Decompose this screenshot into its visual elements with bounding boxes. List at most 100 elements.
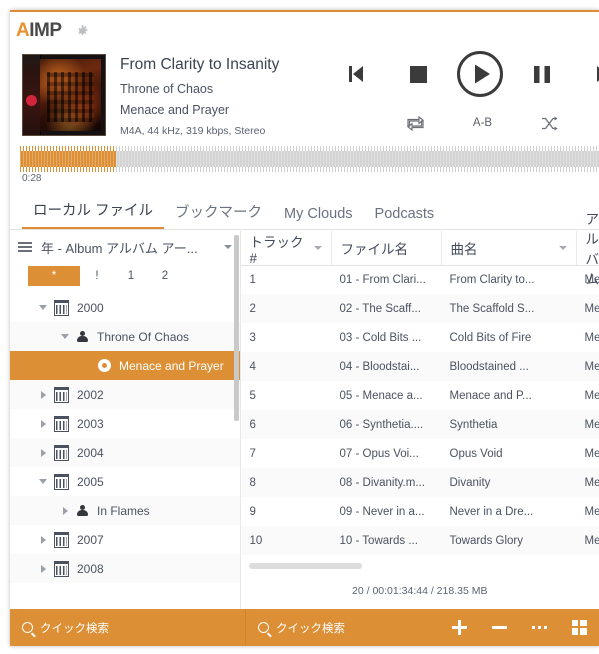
logo-triangle-icon: A (16, 20, 30, 41)
cell-song: Divanity (449, 476, 491, 489)
cell-track: 4 (249, 360, 256, 373)
table-row[interactable]: 7 07 - Opus Voi... Opus Void Menace an (241, 439, 599, 468)
hamburger-icon[interactable] (18, 242, 32, 252)
tree-item-label: 2003 (77, 416, 104, 431)
table-row[interactable]: 4 04 - Bloodstai... Bloodstained ... Menace… (240, 352, 599, 381)
tab-local-files[interactable]: ローカル ファイル (22, 199, 165, 229)
column-label: ファイル名 (340, 242, 409, 257)
play-button[interactable] (449, 50, 511, 98)
cell-song: Bloodstained ... (449, 360, 529, 373)
quick-search-tree[interactable]: クイック検索 (10, 609, 246, 646)
playlist-tab-2[interactable]: 2 (148, 266, 182, 286)
tab-my-clouds[interactable]: My Clouds (273, 206, 364, 229)
tree-expander[interactable] (54, 506, 76, 515)
tree-item[interactable]: 2008 (10, 554, 240, 583)
tree-expander[interactable] (32, 305, 54, 310)
tree-item[interactable]: In Flames (10, 496, 240, 525)
tree-item-label: 2008 (77, 561, 104, 576)
cell-album: Menace an (584, 389, 599, 402)
table-row[interactable]: 6 06 - Synthetia.... Synthetia Menace an (240, 410, 599, 439)
playlist-tab-exclaim[interactable]: ! (80, 266, 114, 286)
cell-song: Opus Void (449, 447, 503, 460)
column-album[interactable]: アルバム (575, 212, 599, 287)
table-row[interactable]: 2 02 - The Scaff... The Scaffold S... Menac… (240, 294, 599, 323)
playlist-horizontal-scrollbar[interactable] (248, 563, 362, 569)
table-row[interactable]: 8 08 - Divanity.m... Divanity Menace an (240, 468, 599, 497)
next-track-button[interactable] (573, 50, 599, 98)
calendar-icon (54, 560, 69, 577)
layout-button[interactable] (559, 609, 599, 646)
tree-item-selected[interactable]: Menace and Prayer (10, 351, 240, 380)
tab-podcasts[interactable]: Podcasts (364, 206, 446, 229)
cell-file: 08 - Divanity.m... (339, 476, 425, 489)
table-row[interactable]: 10 10 - Towards ... Towards Glory Menace an (240, 526, 599, 555)
table-row[interactable]: 101 - From Clari...From Clarity to...Men… (241, 555, 599, 557)
cell-album: Menace an (584, 302, 599, 315)
tree-item[interactable]: 2004 (10, 438, 240, 467)
person-icon (76, 330, 89, 343)
playlist-column-headers: トラック # ファイル名 曲名 アルバム (240, 212, 599, 287)
tree-item[interactable]: 2007 (10, 525, 240, 554)
main-tabs: ローカル ファイル ブックマーク My Clouds Podcasts (10, 196, 599, 230)
cd-icon (98, 359, 111, 372)
tab-bookmarks[interactable]: ブックマーク (164, 201, 273, 229)
aimp-window: A IMP From Clarity to Insanity Throne of … (10, 10, 599, 646)
tree-item[interactable]: 2002 (10, 380, 240, 409)
column-file-name[interactable]: ファイル名 (330, 231, 441, 265)
chevron-down-icon[interactable] (223, 245, 232, 249)
album-art-obi (23, 55, 41, 135)
playlist-status: 20 / 00:01:34:44 / 218.35 MB (352, 585, 488, 597)
cell-file: 02 - The Scaff... (339, 302, 421, 315)
filter-icon[interactable] (313, 246, 322, 250)
add-button[interactable] (439, 609, 479, 646)
cell-track: 2 (249, 302, 256, 315)
tree-list: 2000 Throne Of Chaos Menace and Prayer 2… (10, 293, 240, 609)
table-row[interactable]: 5 05 - Menace a... Menace and P... Menace a… (241, 381, 599, 410)
table-row[interactable]: 9 09 - Never in a... Never in a Dre... Mena… (241, 497, 599, 526)
tree-grouping-label: 年 - Album アルバム アー... (41, 240, 198, 256)
pause-button[interactable] (511, 50, 573, 98)
table-row[interactable]: 3 03 - Cold Bits ... Cold Bits of Fire Mena… (241, 323, 599, 352)
playlist-tabs: * ! 1 2 (10, 263, 240, 289)
tree-item[interactable]: 2000 (10, 293, 240, 322)
ab-repeat-button[interactable]: A-B (449, 108, 516, 138)
shuffle-button[interactable] (516, 108, 583, 138)
album-art (22, 54, 106, 136)
waveform-seekbar[interactable] (20, 146, 599, 172)
tree-expander[interactable] (32, 448, 54, 457)
previous-track-button[interactable] (325, 50, 387, 98)
cell-album: Menace an (584, 273, 599, 286)
tree-item[interactable]: 2003 (10, 409, 240, 438)
tree-expander[interactable] (32, 419, 54, 428)
cell-track: 10 (249, 534, 263, 547)
stop-button[interactable] (387, 50, 449, 98)
table-row[interactable]: 101 - From Clari...From Clarity to...Men… (241, 265, 599, 294)
column-song-title[interactable]: 曲名 (440, 231, 576, 265)
tree-item[interactable]: Throne Of Chaos (10, 322, 240, 351)
more-options-button[interactable] (519, 609, 559, 646)
tree-grouping-header[interactable]: 年 - Album アルバム アー... (10, 231, 240, 263)
calendar-icon (54, 299, 69, 316)
repeat-button[interactable] (382, 108, 449, 138)
tree-expander[interactable] (32, 390, 54, 399)
tree-expander[interactable] (54, 334, 76, 339)
remove-button[interactable] (479, 609, 519, 646)
bottom-bar: クイック検索 クイック検索 (10, 609, 599, 646)
tree-item[interactable]: 2005 (10, 467, 240, 496)
cell-song: Synthetia (449, 418, 498, 431)
tree-expander[interactable] (32, 479, 54, 484)
shuffle-icon (542, 116, 558, 130)
playlist-tab-1[interactable]: 1 (114, 266, 148, 286)
playlist-tab-star[interactable]: * (28, 266, 80, 286)
transport-controls (325, 50, 599, 98)
tree-expander[interactable] (32, 535, 54, 544)
ellipsis-icon (531, 626, 547, 629)
tree-scrollbar[interactable] (233, 235, 239, 421)
cell-file: 04 - Bloodstai... (339, 360, 420, 373)
quick-search-playlist[interactable]: クイック検索 (246, 609, 439, 646)
tree-item-label: 2002 (77, 387, 104, 402)
gear-icon[interactable] (76, 24, 89, 38)
column-track-number[interactable]: トラック # (241, 231, 331, 266)
tree-expander[interactable] (32, 564, 54, 573)
filter-icon[interactable] (558, 246, 567, 250)
